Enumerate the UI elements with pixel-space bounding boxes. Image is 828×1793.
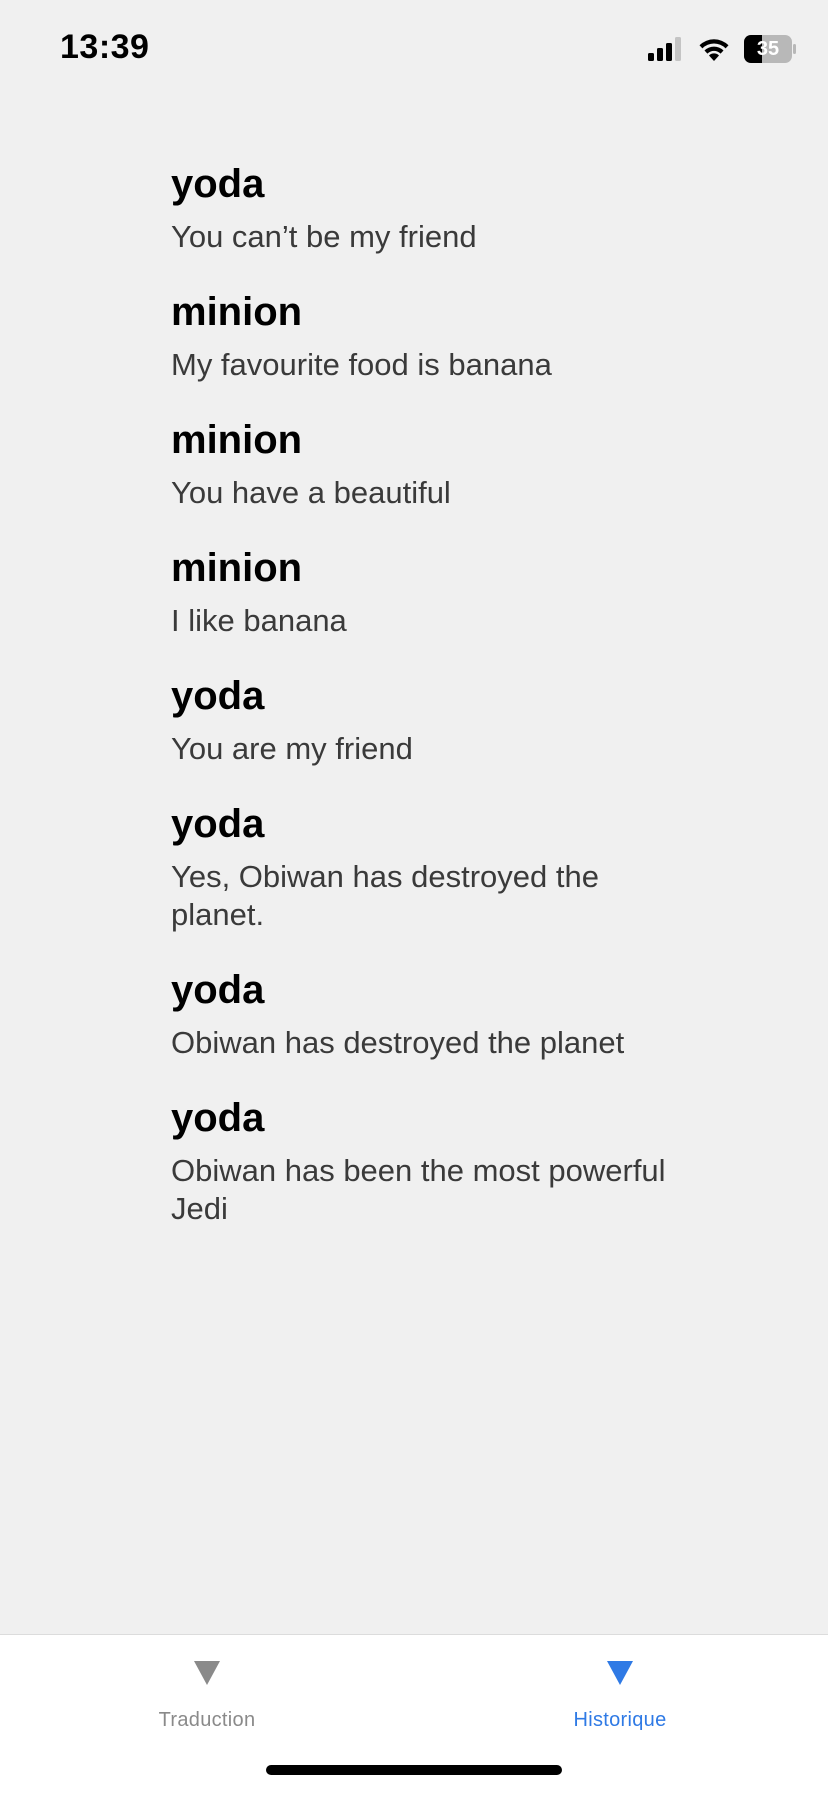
history-item[interactable]: yoda Yes, Obiwan has destroyed the plane…: [171, 798, 691, 934]
cellular-signal-icon: [648, 37, 681, 61]
tab-traduction[interactable]: Traduction: [107, 1655, 307, 1765]
history-text: You have a beautiful: [171, 475, 451, 510]
history-text: You are my friend: [171, 731, 413, 766]
history-item[interactable]: minion My favourite food is banana: [171, 286, 691, 384]
history-character: minion: [171, 418, 303, 462]
history-character: yoda: [171, 968, 265, 1012]
history-item[interactable]: yoda Obiwan has been the most powerful J…: [171, 1092, 691, 1228]
history-character: yoda: [171, 1096, 265, 1140]
history-item[interactable]: minion I like banana: [171, 542, 691, 640]
status-bar: 13:39 35: [0, 0, 828, 100]
tab-historique[interactable]: Historique: [520, 1655, 720, 1765]
history-character: yoda: [171, 162, 265, 206]
history-item[interactable]: yoda You are my friend: [171, 670, 691, 768]
history-character: minion: [171, 290, 303, 334]
history-character: yoda: [171, 802, 265, 846]
battery-level: 35: [756, 37, 780, 60]
history-list: yoda You can’t be my friend minion My fa…: [171, 158, 691, 1258]
tab-label-historique: Historique: [573, 1709, 667, 1731]
history-text: Yes, Obiwan has destroyed the planet.: [171, 859, 599, 932]
tab-bar: Traduction Historique: [0, 1634, 828, 1793]
battery-indicator: 35: [744, 35, 796, 63]
home-indicator: [266, 1765, 562, 1775]
history-text: You can’t be my friend: [171, 219, 477, 254]
history-item[interactable]: yoda Obiwan has destroyed the planet: [171, 964, 691, 1062]
history-character: minion: [171, 546, 303, 590]
history-character: yoda: [171, 674, 265, 718]
status-time: 13:39: [60, 28, 150, 66]
history-text: Obiwan has been the most powerful Jedi: [171, 1153, 666, 1226]
triangle-down-icon: [194, 1661, 220, 1685]
history-item[interactable]: minion You have a beautiful: [171, 414, 691, 512]
history-item[interactable]: yoda You can’t be my friend: [171, 158, 691, 256]
history-text: My favourite food is banana: [171, 347, 552, 382]
history-text: I like banana: [171, 603, 347, 638]
triangle-down-icon: [607, 1661, 633, 1685]
wifi-icon: [699, 39, 729, 61]
status-icons: 35: [648, 34, 796, 64]
tab-label-traduction: Traduction: [158, 1709, 256, 1731]
history-text: Obiwan has destroyed the planet: [171, 1025, 625, 1060]
